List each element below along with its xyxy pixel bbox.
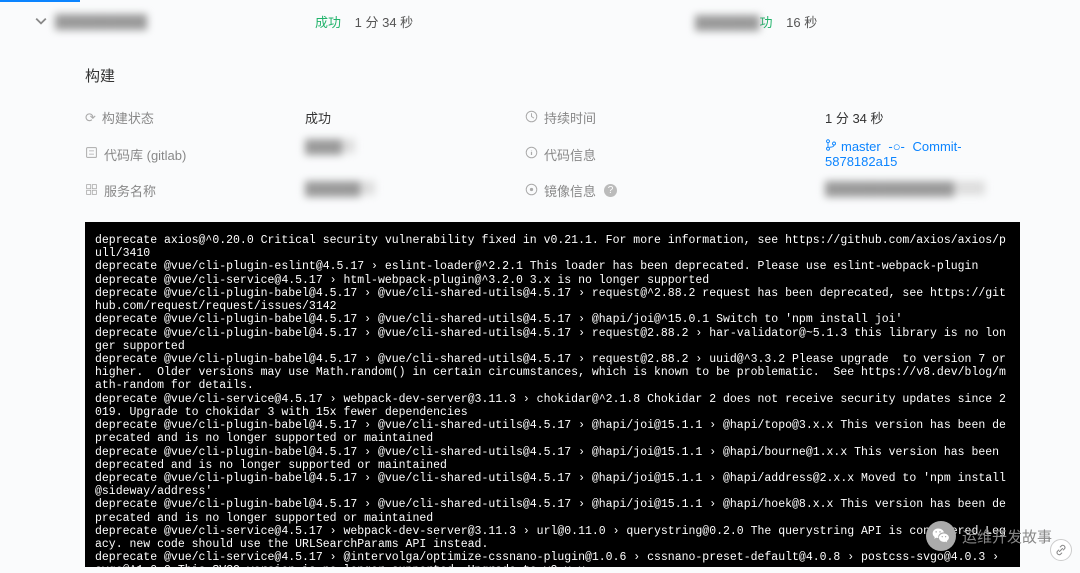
section-title-build: 构建 — [85, 65, 1050, 86]
loading-progress-bar — [0, 0, 80, 2]
duration-value: 1 分 34 秒 — [825, 108, 1020, 127]
service-name-label: 服务名称 — [85, 181, 305, 200]
service-icon — [85, 183, 98, 199]
build-status-value: 成功 — [305, 108, 525, 127]
pipeline-right-status: ███████功 16 秒 — [695, 12, 1015, 31]
repo-value: ████ — [305, 139, 525, 169]
watermark-text: 运维开发故事 — [962, 526, 1052, 547]
pipeline-status-cell: 成功 1 分 34 秒 — [315, 12, 695, 31]
duration-text: 1 分 34 秒 — [355, 15, 414, 30]
expand-arrow-icon[interactable] — [35, 14, 55, 30]
wechat-icon — [926, 521, 956, 551]
info-icon — [525, 146, 538, 162]
image-info-value: ██████████████ — [825, 181, 1020, 200]
float-link-button[interactable] — [1050, 539, 1072, 561]
help-icon[interactable]: ? — [604, 184, 617, 197]
service-name-value: ██████ — [305, 181, 525, 200]
code-info-value[interactable]: master -○- Commit-5878182a15 — [825, 139, 1020, 169]
branch-icon — [825, 139, 837, 154]
branch-link[interactable]: master — [841, 139, 881, 154]
pipeline-header-row: ██████████ 成功 1 分 34 秒 ███████功 16 秒 — [5, 0, 1075, 43]
repo-icon — [85, 146, 98, 162]
pipeline-name-placeholder: ██████████ — [55, 14, 315, 29]
image-info-label: 镜像信息 ? — [525, 181, 825, 200]
build-log-terminal[interactable]: deprecate axios@^0.20.0 Critical securit… — [85, 222, 1020, 567]
image-icon — [525, 183, 538, 199]
code-info-label: 代码信息 — [525, 139, 825, 169]
build-details-grid: ⟳ 构建状态 成功 持续时间 1 分 34 秒 代码库 (gitlab) ███… — [30, 108, 1050, 200]
clock-icon — [525, 110, 538, 126]
build-status-label: ⟳ 构建状态 — [85, 108, 305, 127]
commit-separator: -○- — [888, 139, 905, 154]
status-success-text: 成功 — [315, 15, 341, 30]
wechat-watermark: 运维开发故事 — [918, 517, 1060, 555]
duration-label: 持续时间 — [525, 108, 825, 127]
refresh-icon: ⟳ — [85, 110, 96, 126]
repo-label: 代码库 (gitlab) — [85, 139, 305, 169]
